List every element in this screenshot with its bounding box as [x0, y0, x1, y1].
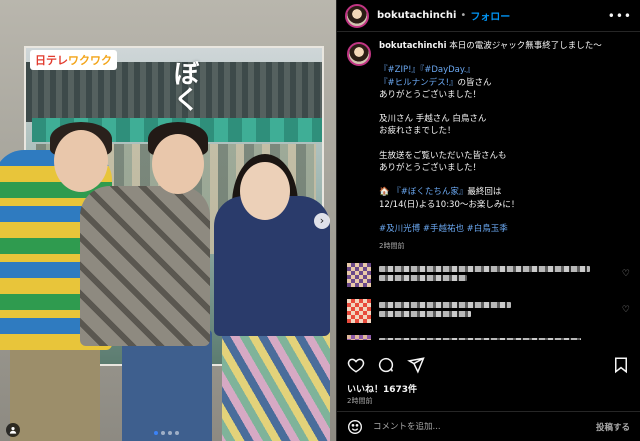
comment-text-redacted — [379, 299, 599, 320]
carousel-dot — [175, 431, 179, 435]
person-left-face — [54, 130, 108, 192]
follow-button[interactable]: フォロー — [470, 8, 510, 23]
comment-avatar[interactable] — [347, 335, 371, 340]
caption-username[interactable]: bokutachinchi — [379, 41, 447, 51]
post-comment-button[interactable]: 投稿する — [596, 421, 630, 433]
person-right-face — [240, 162, 290, 220]
caption-thanks: ありがとうございました！ — [379, 89, 482, 100]
header-username[interactable]: bokutachinchi — [377, 10, 456, 21]
comment-row: ♡ — [347, 263, 630, 288]
carousel-dot — [161, 431, 165, 435]
comment-icon[interactable] — [377, 356, 395, 374]
chevron-right-icon[interactable]: › — [314, 213, 330, 229]
caption-avatar[interactable] — [347, 42, 371, 66]
caption-hashtags-2[interactable]: 『#ヒルナンデス!』 — [379, 78, 458, 88]
post-photo[interactable]: 日テレワクワク ぼく › — [0, 0, 336, 441]
comment-like-icon[interactable]: ♡ — [622, 305, 630, 315]
tv-logo-sub: ワクワク — [68, 54, 112, 67]
caption-tags-suffix: の皆さん — [457, 77, 492, 88]
comments-section[interactable]: bokutachinchi 本日の電波ジャック無事終了しました〜 『#ZIP!』… — [337, 40, 640, 340]
caption-viewers: 生放送をご覧いただいた皆さんも — [379, 150, 507, 161]
post-header: bokutachinchi • フォロー ••• — [337, 0, 640, 32]
like-count[interactable]: いいね！1673件 — [347, 382, 417, 395]
bookmark-icon[interactable] — [612, 356, 630, 374]
post-time: 2時間前 — [347, 397, 373, 405]
tv-logo: 日テレワクワク — [30, 50, 117, 70]
post-actions — [347, 356, 630, 374]
caption-cast: 及川さん 手越さん 白鳥さん — [379, 114, 487, 125]
caption-text: bokutachinchi 本日の電波ジャック無事終了しました〜 『#ZIP!』… — [379, 40, 602, 235]
comment-text-redacted — [379, 263, 599, 284]
comment-text-redacted — [379, 335, 599, 340]
caption-hashtags-1[interactable]: 『#ZIP!』『#DayDay.』 — [379, 65, 475, 75]
user-tag-icon[interactable] — [6, 423, 20, 437]
caption-time: 2時間前 — [379, 242, 405, 251]
add-comment-bar: 投稿する — [337, 411, 640, 441]
tv-logo-main: 日テレ — [35, 54, 68, 67]
emoji-icon[interactable] — [347, 419, 363, 435]
comment-row: ♡ — [347, 299, 630, 324]
poster-title: ぼく — [169, 60, 199, 112]
comment-avatar[interactable] — [347, 299, 371, 324]
caption-air-date: 12/14(日)よる10:30〜お楽しみに！ — [379, 199, 520, 210]
person-center-face — [152, 134, 204, 194]
header-separator: • — [460, 10, 467, 21]
caption: bokutachinchi 本日の電波ジャック無事終了しました〜 『#ZIP!』… — [347, 40, 630, 235]
caption-tired: お疲れさまでした！ — [379, 126, 456, 137]
comment-row: ♡ — [347, 335, 630, 340]
person-left-pants — [10, 340, 100, 441]
caption-lead: 本日の電波ジャック無事終了しました〜 — [446, 41, 602, 51]
avatar[interactable] — [345, 3, 369, 28]
send-icon[interactable] — [407, 356, 425, 374]
carousel-dot — [168, 431, 172, 435]
caption-house-text: 最終回は — [467, 187, 502, 198]
house-emoji-icon: 🏠 — [379, 187, 390, 198]
heart-icon[interactable] — [347, 356, 365, 374]
carousel-dots — [154, 431, 179, 435]
caption-house-tag[interactable]: 『#ぼくたちん家』 — [392, 187, 467, 197]
person-center-cardigan — [80, 186, 210, 346]
post-side-panel: bokutachinchi • フォロー ••• bokutachinchi 本… — [336, 0, 640, 441]
comment-avatar[interactable] — [347, 263, 371, 288]
person-center-jeans — [122, 330, 212, 441]
more-options-icon[interactable]: ••• — [608, 9, 632, 23]
comment-like-icon[interactable]: ♡ — [622, 269, 630, 279]
caption-cast-hashtags[interactable]: #及川光博 #手越祐也 #白鳥玉季 — [379, 224, 508, 234]
carousel-dot — [154, 431, 158, 435]
caption-thanks-2: ありがとうございました！ — [379, 163, 482, 174]
comment-input[interactable] — [373, 421, 586, 432]
